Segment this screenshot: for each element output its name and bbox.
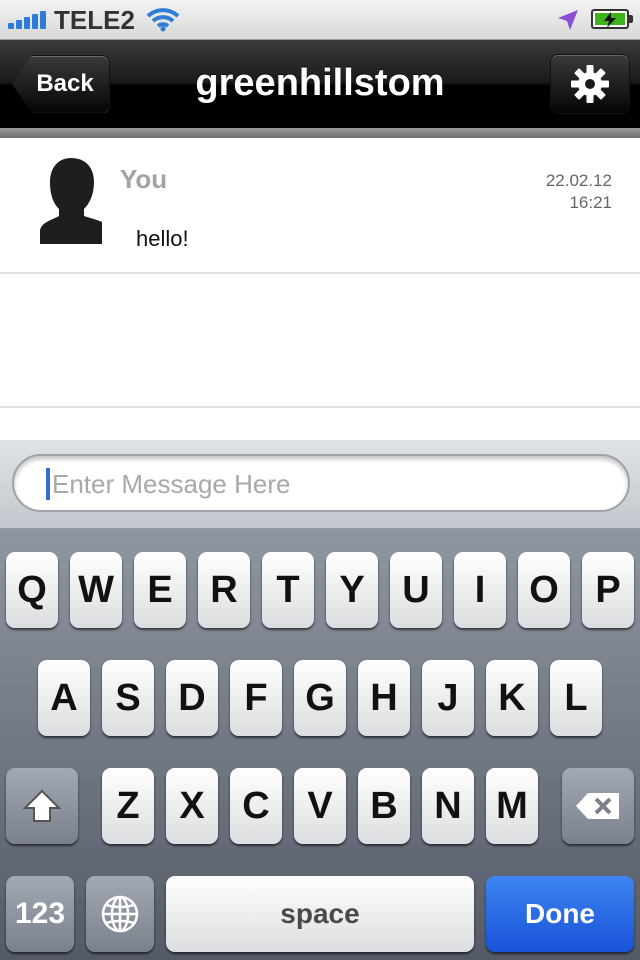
message-timestamp: 22.02.12 16:21 (546, 170, 612, 214)
key-h[interactable]: H (358, 660, 410, 736)
battery-icon (591, 9, 633, 29)
key-v[interactable]: V (294, 768, 346, 844)
page-title: greenhillstom (195, 62, 445, 104)
keyboard: Q W E R T Y U I O P A S D F G H J K L Z … (0, 528, 640, 960)
key-o[interactable]: O (518, 552, 570, 628)
composer-bar: Enter Message Here (0, 440, 640, 528)
key-q[interactable]: Q (6, 552, 58, 628)
key-n[interactable]: N (422, 768, 474, 844)
carrier-name: TELE2 (54, 5, 135, 35)
shift-key[interactable] (6, 768, 78, 844)
message-input-placeholder: Enter Message Here (52, 469, 291, 499)
message-text: hello! (136, 226, 189, 251)
back-button[interactable]: Back (12, 55, 110, 113)
key-l[interactable]: L (550, 660, 602, 736)
space-key[interactable]: space (166, 876, 474, 952)
key-w[interactable]: W (70, 552, 122, 628)
key-t[interactable]: T (262, 552, 314, 628)
key-f[interactable]: F (230, 660, 282, 736)
message-item[interactable]: You 22.02.12 16:21 hello! (0, 138, 640, 274)
shift-icon (22, 789, 62, 822)
empty-list-row (0, 274, 640, 408)
numbers-key[interactable]: 123 (6, 876, 74, 952)
signal-icon (8, 11, 48, 29)
key-k[interactable]: K (486, 660, 538, 736)
key-g[interactable]: G (294, 660, 346, 736)
message-time: 16:21 (569, 193, 612, 212)
gear-icon (571, 65, 609, 103)
settings-button[interactable] (550, 54, 630, 114)
wifi-icon (146, 8, 180, 32)
done-button[interactable]: Done (486, 876, 634, 952)
key-u[interactable]: U (390, 552, 442, 628)
key-a[interactable]: A (38, 660, 90, 736)
location-icon (558, 10, 578, 30)
navigation-bar: Back greenhillstom (0, 40, 640, 138)
globe-icon (101, 895, 139, 933)
key-y[interactable]: Y (326, 552, 378, 628)
message-date: 22.02.12 (545, 171, 612, 190)
text-cursor (46, 468, 50, 500)
backspace-key[interactable] (562, 768, 634, 844)
key-p[interactable]: P (582, 552, 634, 628)
globe-key[interactable] (86, 876, 154, 952)
backspace-icon (576, 793, 619, 819)
message-input[interactable]: Enter Message Here (12, 454, 630, 512)
key-r[interactable]: R (198, 552, 250, 628)
key-i[interactable]: I (454, 552, 506, 628)
key-e[interactable]: E (134, 552, 186, 628)
key-x[interactable]: X (166, 768, 218, 844)
key-b[interactable]: B (358, 768, 410, 844)
key-s[interactable]: S (102, 660, 154, 736)
message-list[interactable]: You 22.02.12 16:21 hello! (0, 138, 640, 440)
message-sender: You (120, 164, 168, 194)
status-bar: TELE2 (0, 0, 640, 40)
key-c[interactable]: C (230, 768, 282, 844)
key-j[interactable]: J (422, 660, 474, 736)
key-d[interactable]: D (166, 660, 218, 736)
key-z[interactable]: Z (102, 768, 154, 844)
avatar (40, 158, 102, 244)
key-m[interactable]: M (486, 768, 538, 844)
